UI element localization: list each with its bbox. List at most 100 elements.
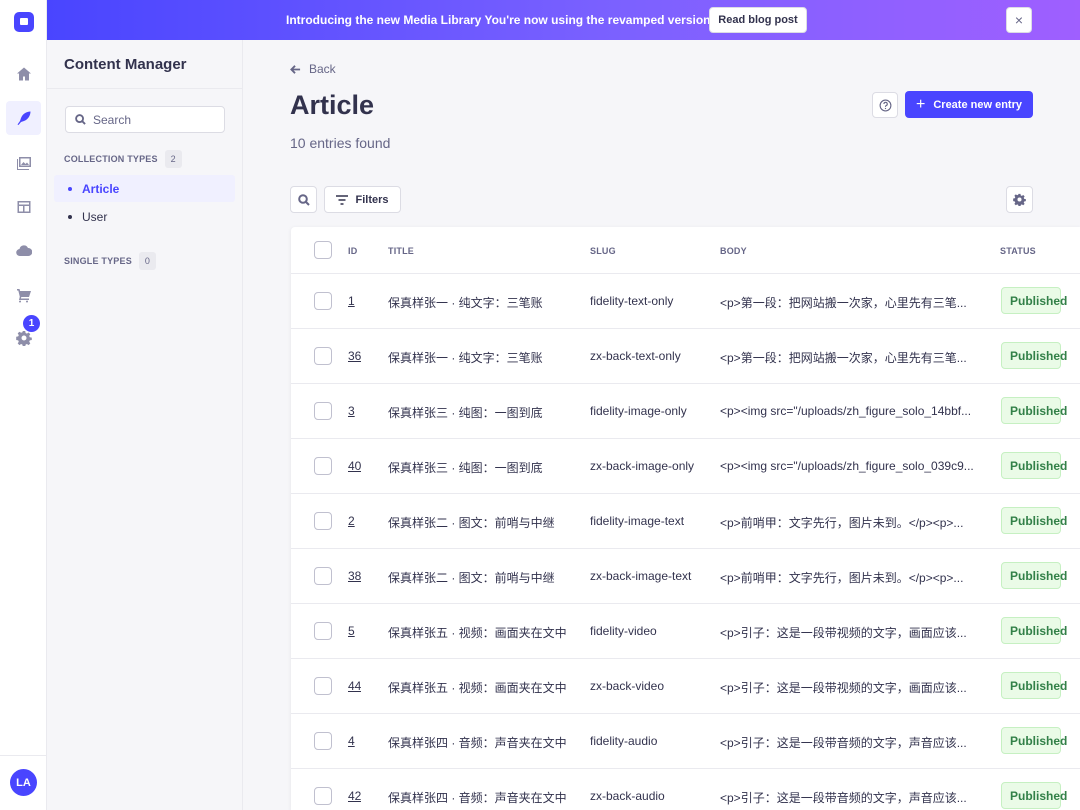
column-header-body[interactable]: BODY <box>720 246 747 256</box>
row-checkbox[interactable] <box>314 787 332 805</box>
table-row[interactable]: 5 保真样张五 · 视频：画面夹在文中 fidelity-video <p>引子：这是… <box>291 604 1080 659</box>
entry-id[interactable]: 42 <box>348 789 361 803</box>
collection-types-label: COLLECTION TYPES <box>64 154 158 164</box>
bullet-icon <box>68 214 72 219</box>
plus-icon: + <box>916 95 926 113</box>
close-icon: × <box>1014 12 1024 28</box>
content-type-builder-icon[interactable] <box>6 190 41 224</box>
single-types-count: 0 <box>138 252 156 270</box>
entry-id[interactable]: 44 <box>348 679 361 693</box>
sidebar-item-article[interactable]: Article <box>54 175 235 202</box>
marketplace-cart-icon[interactable] <box>6 278 41 312</box>
entry-slug: zx-back-image-only <box>590 459 695 473</box>
page-title: Article <box>290 90 375 120</box>
back-link[interactable]: Back <box>290 62 336 76</box>
entry-slug: zx-back-audio <box>590 789 665 803</box>
sidebar-search[interactable] <box>65 106 225 133</box>
entry-body: <p>前哨甲：文字先行，图片未到。</p><p>... <box>720 516 964 530</box>
entry-id[interactable]: 36 <box>348 349 361 363</box>
row-checkbox[interactable] <box>314 402 332 420</box>
cloud-icon[interactable] <box>6 234 41 268</box>
status-badge: Published <box>1001 342 1067 369</box>
entry-slug: fidelity-video <box>590 624 657 638</box>
column-header-id[interactable]: ID <box>348 246 357 256</box>
entry-title: 保真样张四 · 音频：声音夹在文中 <box>388 736 567 750</box>
row-checkbox[interactable] <box>314 292 332 310</box>
entry-id[interactable]: 5 <box>348 624 355 638</box>
table-row[interactable]: 38 保真样张二 · 图文：前哨与中继 zx-back-image-text <p>前… <box>291 549 1080 604</box>
entry-title: 保真样张三 · 纯图：一图到底 <box>388 406 543 420</box>
table-row[interactable]: 3 保真样张三 · 纯图：一图到底 fidelity-image-only <p><i… <box>291 384 1080 439</box>
column-header-slug[interactable]: SLUG <box>590 246 616 256</box>
table-row[interactable]: 4 保真样张四 · 音频：声音夹在文中 fidelity-audio <p>引子：这是… <box>291 714 1080 769</box>
media-library-icon[interactable] <box>6 146 41 180</box>
entry-id[interactable]: 3 <box>348 404 355 418</box>
filters-label: Filters <box>355 193 389 206</box>
table-settings-button[interactable] <box>1006 186 1033 213</box>
table-row[interactable]: 1 保真样张一 · 纯文字：三笔账 fidelity-text-only <p>第一段… <box>291 274 1080 329</box>
sidebar-item-user[interactable]: User <box>54 203 235 230</box>
row-checkbox[interactable] <box>314 677 332 695</box>
column-header-status[interactable]: STATUS <box>1000 246 1036 256</box>
row-checkbox[interactable] <box>314 512 332 530</box>
entry-body: <p><img src="/uploads/zh_figure_solo_039… <box>720 459 974 473</box>
table-search-button[interactable] <box>290 186 317 213</box>
row-checkbox[interactable] <box>314 347 332 365</box>
home-icon[interactable] <box>6 57 41 91</box>
entry-slug: fidelity-image-only <box>590 404 687 418</box>
column-header-title[interactable]: TITLE <box>388 246 414 256</box>
create-new-entry-button[interactable]: + Create new entry <box>905 91 1033 118</box>
entry-body: <p>前哨甲：文字先行，图片未到。</p><p>... <box>720 571 964 585</box>
row-checkbox[interactable] <box>314 567 332 585</box>
settings-notification-badge: 1 <box>23 315 40 332</box>
sidebar-divider <box>47 88 242 89</box>
status-badge: Published <box>1001 397 1067 424</box>
entry-title: 保真样张一 · 纯文字：三笔账 <box>388 296 543 310</box>
single-types-header: SINGLE TYPES 0 <box>64 252 156 270</box>
entry-title: 保真样张四 · 音频：声音夹在文中 <box>388 791 567 805</box>
question-circle-icon <box>879 99 891 111</box>
sidebar-search-input[interactable] <box>93 112 213 127</box>
table-row[interactable]: 2 保真样张二 · 图文：前哨与中继 fidelity-image-text <p>前… <box>291 494 1080 549</box>
entry-id[interactable]: 38 <box>348 569 361 583</box>
content-manager-feather-icon[interactable] <box>6 101 41 135</box>
table-row[interactable]: 36 保真样张一 · 纯文字：三笔账 zx-back-text-only <p>第一段… <box>291 329 1080 384</box>
bullet-icon <box>68 186 72 191</box>
status-badge: Published <box>1001 452 1067 479</box>
entry-body: <p>引子：这是一段带音频的文字，声音应该... <box>720 791 967 805</box>
row-checkbox[interactable] <box>314 622 332 640</box>
user-avatar[interactable]: LA <box>10 769 37 796</box>
entry-title: 保真样张五 · 视频：画面夹在文中 <box>388 681 567 695</box>
arrow-left-icon <box>290 64 301 74</box>
gear-icon <box>1013 193 1026 206</box>
entry-body: <p>第一段：把网站搬一次家，心里先有三笔... <box>720 296 967 310</box>
entry-body: <p><img src="/uploads/zh_figure_solo_14b… <box>720 404 972 418</box>
filters-button[interactable]: Filters <box>324 186 401 213</box>
entry-title: 保真样张二 · 图文：前哨与中继 <box>388 571 555 585</box>
table-row[interactable]: 40 保真样张三 · 纯图：一图到底 zx-back-image-only <p><i… <box>291 439 1080 494</box>
close-banner-button[interactable]: × <box>1006 7 1032 33</box>
entry-title: 保真样张一 · 纯文字：三笔账 <box>388 351 543 365</box>
app-logo[interactable] <box>14 12 34 32</box>
entry-id[interactable]: 2 <box>348 514 355 528</box>
table-row[interactable]: 42 保真样张四 · 音频：声音夹在文中 zx-back-audio <p>引子：这是… <box>291 769 1080 810</box>
entry-id[interactable]: 40 <box>348 459 361 473</box>
sidebar-item-label: User <box>82 209 108 224</box>
entry-id[interactable]: 1 <box>348 294 355 308</box>
entry-title: 保真样张三 · 纯图：一图到底 <box>388 461 543 475</box>
entry-slug: fidelity-image-text <box>590 514 685 528</box>
table-row[interactable]: 44 保真样张五 · 视频：画面夹在文中 zx-back-video <p>引子：这是… <box>291 659 1080 714</box>
row-checkbox[interactable] <box>314 457 332 475</box>
search-icon <box>75 114 86 125</box>
entry-id[interactable]: 4 <box>348 734 355 748</box>
help-button[interactable] <box>872 92 898 118</box>
sidebar-title: Content Manager <box>64 56 187 73</box>
sidebar-item-label: Article <box>82 181 120 196</box>
select-all-checkbox[interactable] <box>314 241 332 259</box>
row-checkbox[interactable] <box>314 732 332 750</box>
entry-slug: zx-back-video <box>590 679 665 693</box>
read-blog-post-button[interactable]: Read blog post <box>709 7 807 33</box>
collection-types-header: COLLECTION TYPES 2 <box>64 150 182 168</box>
status-badge: Published <box>1001 782 1067 809</box>
entry-slug: fidelity-text-only <box>590 294 674 308</box>
